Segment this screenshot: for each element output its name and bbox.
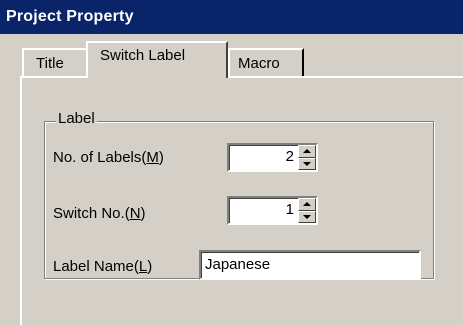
switch-no-spin	[298, 198, 316, 223]
title-bar: Project Property	[0, 0, 463, 34]
label-name-value: Japanese	[205, 256, 271, 273]
arrow-down-icon	[303, 214, 311, 219]
tab-title[interactable]: Title	[22, 48, 88, 76]
tab-macro[interactable]: Macro	[228, 48, 304, 76]
labels-count-label: No. of Labels(M)	[53, 149, 164, 166]
labels-count-down-button[interactable]	[298, 157, 316, 170]
labels-count-spin	[298, 145, 316, 170]
tab-macro-label: Macro	[238, 55, 280, 72]
groupbox-legend: Label	[56, 110, 97, 127]
arrow-up-icon	[303, 149, 311, 153]
labels-count-up-button[interactable]	[298, 145, 316, 158]
tab-switch-label-text: Switch Label	[100, 47, 186, 64]
label-name-label: Label Name(L)	[53, 258, 153, 275]
labels-count-value: 2	[285, 148, 294, 165]
dialog-body: Title Switch Label Macro	[0, 34, 463, 325]
switch-no-value: 1	[285, 201, 294, 218]
switch-no-label: Switch No.(N)	[53, 205, 146, 222]
switch-no-spinbox[interactable]: 1	[227, 196, 318, 225]
label-name-input[interactable]: Japanese	[199, 250, 421, 280]
labels-count-spinbox[interactable]: 2	[227, 143, 318, 172]
switch-no-down-button[interactable]	[298, 210, 316, 223]
window-title: Project Property	[6, 8, 134, 25]
tab-title-label: Title	[36, 55, 64, 72]
arrow-up-icon	[303, 202, 311, 206]
tab-switch-label[interactable]: Switch Label	[86, 41, 228, 78]
switch-no-up-button[interactable]	[298, 198, 316, 211]
arrow-down-icon	[303, 161, 311, 166]
